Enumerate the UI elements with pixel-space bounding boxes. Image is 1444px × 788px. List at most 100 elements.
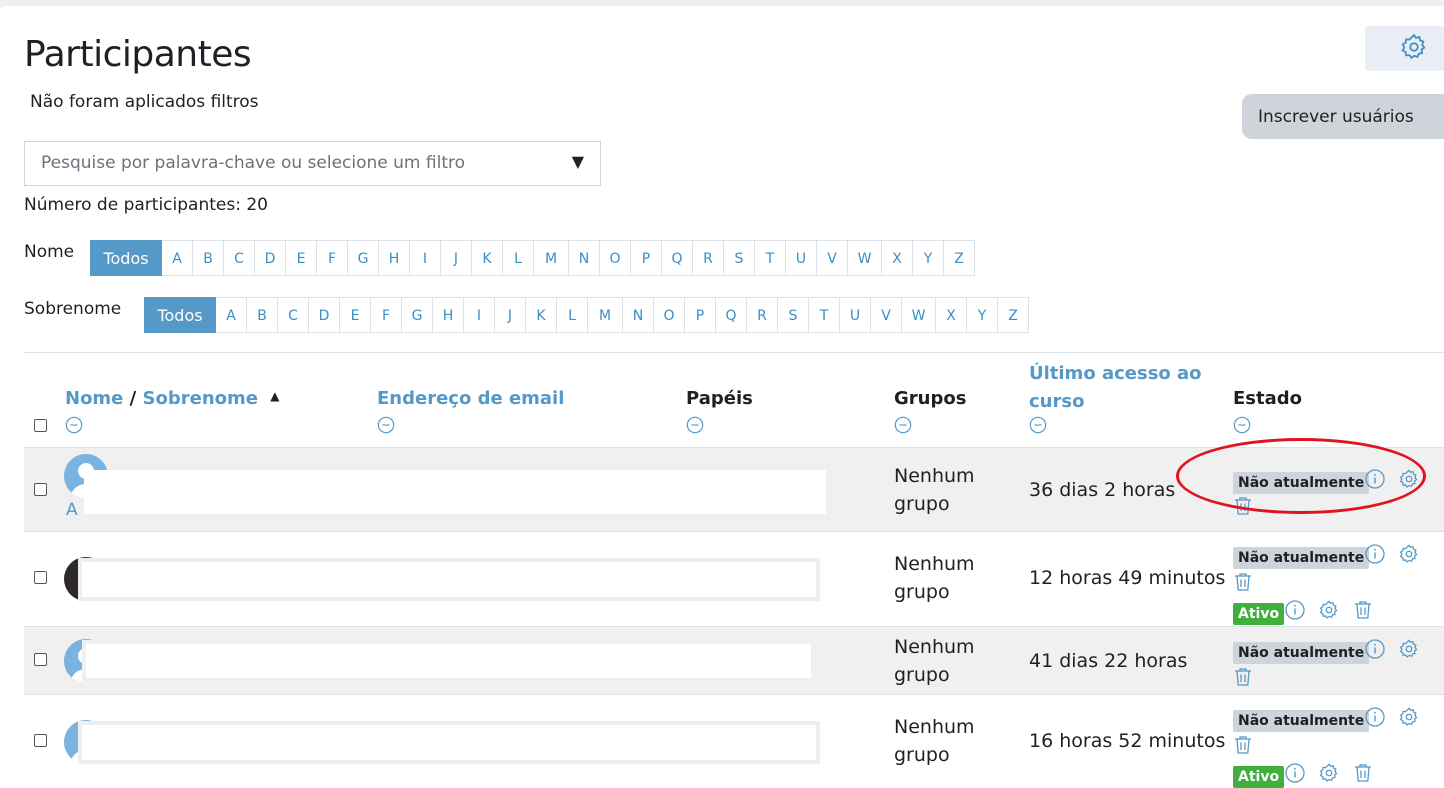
initial-filter-h[interactable]: H bbox=[379, 240, 410, 276]
initial-filter-b[interactable]: B bbox=[247, 297, 278, 333]
row-checkbox[interactable] bbox=[34, 653, 47, 666]
trash-icon[interactable] bbox=[1232, 571, 1254, 593]
initial-filter-i[interactable]: I bbox=[464, 297, 495, 333]
page-settings-menu[interactable] bbox=[1365, 26, 1444, 71]
groups-cell: Nenhum grupo bbox=[894, 713, 975, 769]
initial-filter-v[interactable]: V bbox=[817, 240, 848, 276]
initial-filter-q[interactable]: Q bbox=[662, 240, 693, 276]
initial-filter-z[interactable]: Z bbox=[998, 297, 1029, 333]
trash-icon[interactable] bbox=[1232, 666, 1254, 688]
initial-filter-l[interactable]: L bbox=[503, 240, 534, 276]
initial-filter-m[interactable]: M bbox=[534, 240, 569, 276]
initial-filter-u[interactable]: U bbox=[786, 240, 817, 276]
initial-filter-s[interactable]: S bbox=[778, 297, 809, 333]
red-annotation-ellipse bbox=[1176, 438, 1426, 514]
last-access-cell: 41 dias 22 horas bbox=[1029, 650, 1188, 672]
filters-status: Não foram aplicados filtros bbox=[30, 92, 259, 112]
sort-by-surname-link[interactable]: Sobrenome bbox=[143, 388, 258, 409]
initial-filter-m[interactable]: M bbox=[588, 297, 623, 333]
first-name-initials-bar: Todos A B C D E F G H I J K L M N O P Q R S T U V W X Y Z bbox=[90, 240, 975, 276]
initial-filter-e[interactable]: E bbox=[340, 297, 371, 333]
gear-icon[interactable] bbox=[1398, 638, 1420, 660]
sort-by-email-link[interactable]: Endereço de email bbox=[377, 388, 564, 409]
chevron-down-icon[interactable]: ▼ bbox=[572, 152, 584, 171]
initial-filter-f[interactable]: F bbox=[317, 240, 348, 276]
collapse-column-icon[interactable] bbox=[65, 416, 83, 434]
search-filter-input[interactable]: Pesquise por palavra-chave ou selecione … bbox=[24, 141, 601, 186]
info-icon[interactable] bbox=[1364, 638, 1386, 660]
initial-filter-w[interactable]: W bbox=[848, 240, 882, 276]
gear-icon[interactable] bbox=[1398, 543, 1420, 565]
collapse-column-icon[interactable] bbox=[1233, 416, 1251, 434]
initial-filter-o[interactable]: O bbox=[600, 240, 631, 276]
initial-filter-r[interactable]: R bbox=[747, 297, 778, 333]
initial-filter-a[interactable]: A bbox=[162, 240, 193, 276]
initial-filter-a[interactable]: A bbox=[216, 297, 247, 333]
search-placeholder: Pesquise por palavra-chave ou selecione … bbox=[41, 153, 466, 173]
status-badge: Não atualmente bbox=[1233, 710, 1370, 732]
initial-filter-c[interactable]: C bbox=[224, 240, 255, 276]
initial-filter-q[interactable]: Q bbox=[716, 297, 747, 333]
initial-filter-b[interactable]: B bbox=[193, 240, 224, 276]
initial-filter-all[interactable]: Todos bbox=[144, 297, 216, 333]
initial-filter-l[interactable]: L bbox=[557, 297, 588, 333]
collapse-column-icon[interactable] bbox=[686, 416, 704, 434]
initial-filter-h[interactable]: H bbox=[433, 297, 464, 333]
initial-filter-all[interactable]: Todos bbox=[90, 240, 162, 276]
initial-filter-j[interactable]: J bbox=[495, 297, 526, 333]
trash-icon[interactable] bbox=[1352, 762, 1374, 784]
initial-filter-p[interactable]: P bbox=[685, 297, 716, 333]
initial-filter-d[interactable]: D bbox=[255, 240, 286, 276]
initial-filter-g[interactable]: G bbox=[348, 240, 379, 276]
sort-by-last-access-link[interactable]: Último acesso ao curso bbox=[1029, 360, 1202, 416]
enroll-users-button[interactable]: Inscrever usuários bbox=[1242, 94, 1444, 139]
row-checkbox[interactable] bbox=[34, 483, 47, 496]
info-icon[interactable] bbox=[1364, 543, 1386, 565]
initial-filter-v[interactable]: V bbox=[871, 297, 902, 333]
collapse-column-icon[interactable] bbox=[377, 416, 395, 434]
trash-icon[interactable] bbox=[1232, 734, 1254, 756]
initial-filter-y[interactable]: Y bbox=[913, 240, 944, 276]
collapse-column-icon[interactable] bbox=[1029, 416, 1047, 434]
initial-filter-o[interactable]: O bbox=[654, 297, 685, 333]
initial-filter-r[interactable]: R bbox=[693, 240, 724, 276]
initial-filter-t[interactable]: T bbox=[809, 297, 840, 333]
roles-header: Papéis bbox=[686, 388, 753, 409]
initial-filter-n[interactable]: N bbox=[623, 297, 654, 333]
row-checkbox[interactable] bbox=[34, 571, 47, 584]
initial-filter-g[interactable]: G bbox=[402, 297, 433, 333]
initial-filter-u[interactable]: U bbox=[840, 297, 871, 333]
initial-filter-n[interactable]: N bbox=[569, 240, 600, 276]
initial-filter-z[interactable]: Z bbox=[944, 240, 975, 276]
sort-by-name-link[interactable]: Nome bbox=[65, 388, 123, 409]
initial-filter-y[interactable]: Y bbox=[967, 297, 998, 333]
status-badge-active: Ativo bbox=[1233, 766, 1285, 788]
initial-filter-p[interactable]: P bbox=[631, 240, 662, 276]
row-checkbox[interactable] bbox=[34, 734, 47, 747]
table-row: Nenhum grupo 16 horas 52 minutos Não atu… bbox=[24, 694, 1444, 788]
initial-filter-x[interactable]: X bbox=[882, 240, 913, 276]
gear-icon[interactable] bbox=[1318, 599, 1340, 621]
gear-icon[interactable] bbox=[1398, 706, 1420, 728]
info-icon[interactable] bbox=[1284, 599, 1306, 621]
gear-icon[interactable] bbox=[1318, 762, 1340, 784]
initial-filter-e[interactable]: E bbox=[286, 240, 317, 276]
initial-filter-j[interactable]: J bbox=[441, 240, 472, 276]
initial-filter-c[interactable]: C bbox=[278, 297, 309, 333]
initial-filter-i[interactable]: I bbox=[410, 240, 441, 276]
initial-filter-k[interactable]: K bbox=[472, 240, 503, 276]
info-icon[interactable] bbox=[1364, 706, 1386, 728]
initial-filter-k[interactable]: K bbox=[526, 297, 557, 333]
initial-filter-w[interactable]: W bbox=[902, 297, 936, 333]
initial-filter-s[interactable]: S bbox=[724, 240, 755, 276]
info-icon[interactable] bbox=[1284, 762, 1306, 784]
user-initial: A bbox=[66, 500, 78, 520]
initial-filter-f[interactable]: F bbox=[371, 297, 402, 333]
initial-filter-x[interactable]: X bbox=[936, 297, 967, 333]
select-all-checkbox[interactable] bbox=[34, 419, 47, 432]
initial-filter-t[interactable]: T bbox=[755, 240, 786, 276]
trash-icon[interactable] bbox=[1352, 599, 1374, 621]
collapse-column-icon[interactable] bbox=[894, 416, 912, 434]
initial-filter-d[interactable]: D bbox=[309, 297, 340, 333]
groups-line2: grupo bbox=[894, 744, 950, 766]
